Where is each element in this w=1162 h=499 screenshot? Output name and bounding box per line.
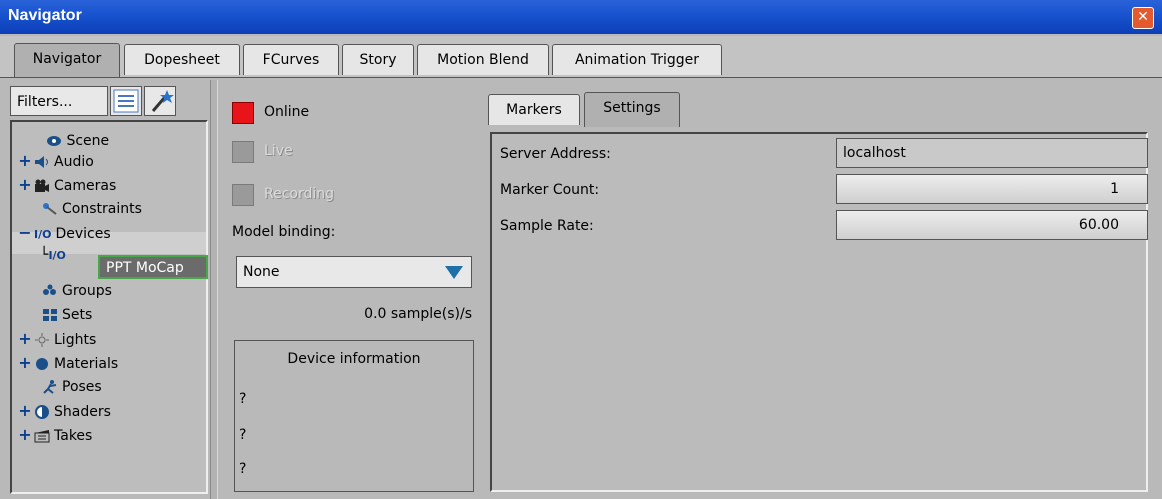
camera-icon [35, 179, 49, 192]
tree-item-takes[interactable]: + Takes [16, 424, 92, 446]
device-information-box: Device information ? ? ? [234, 340, 474, 492]
tab-story[interactable]: Story [342, 44, 414, 75]
material-icon [36, 358, 48, 370]
device-settings-pane: Markers Settings Server Address: localho… [484, 86, 1154, 494]
sets-icon [43, 309, 57, 321]
expand-icon[interactable]: + [16, 424, 34, 446]
scene-browser: Filters... Scene + Audio + Cameras Const… [10, 86, 208, 494]
tab-motion-blend[interactable]: Motion Blend [417, 44, 549, 75]
tree-item-scene[interactable]: Scene [24, 130, 109, 152]
recording-checkbox[interactable] [232, 184, 254, 206]
live-checkbox[interactable] [232, 141, 254, 163]
tab-dopesheet[interactable]: Dopesheet [124, 44, 240, 75]
constraint-icon [43, 203, 57, 215]
model-binding-value: None [243, 264, 280, 280]
io-icon: I/O [34, 228, 52, 241]
tree-item-devices[interactable]: − I/O Devices [16, 222, 110, 244]
tree-item-sets[interactable]: Sets [24, 304, 92, 326]
marker-count-label: Marker Count: [500, 182, 600, 198]
live-label: Live [264, 143, 293, 159]
tree-item-audio[interactable]: + Audio [16, 150, 94, 172]
dropdown-arrow-icon [445, 266, 463, 279]
tree-item-ppt-mocap[interactable]: PPT MoCap [98, 255, 208, 279]
tree-item-cameras[interactable]: + Cameras [16, 174, 116, 196]
close-icon: ✕ [1137, 9, 1149, 25]
scene-icon [47, 136, 62, 146]
tree-item-groups[interactable]: Groups [24, 280, 112, 302]
shader-icon [35, 405, 49, 419]
expand-icon[interactable]: + [16, 150, 34, 172]
list-icon [113, 89, 139, 113]
tab-settings[interactable]: Settings [584, 92, 680, 127]
recording-label: Recording [264, 186, 335, 202]
navigator-window: Navigator ✕ Navigator Dopesheet FCurves … [0, 0, 1162, 499]
wand-button[interactable] [144, 86, 176, 116]
scene-tree: Scene + Audio + Cameras Constraints − I/O De… [10, 120, 208, 494]
tab-fcurves[interactable]: FCurves [243, 44, 339, 75]
expand-icon[interactable]: + [16, 328, 34, 350]
groups-icon [43, 284, 56, 295]
magic-wand-icon [151, 90, 174, 112]
filters-button[interactable]: Filters... [10, 86, 108, 116]
expand-icon[interactable]: + [16, 400, 34, 422]
list-view-button[interactable] [110, 86, 142, 116]
online-label: Online [264, 104, 310, 120]
settings-panel: Server Address: localhost Marker Count: … [490, 132, 1148, 492]
server-address-label: Server Address: [500, 146, 611, 162]
tree-item-materials[interactable]: + Materials [16, 352, 118, 374]
io-icon: I/O [48, 249, 66, 262]
model-binding-dropdown[interactable]: None [236, 256, 472, 288]
pane-splitter[interactable] [210, 80, 218, 499]
tree-item-poses[interactable]: Poses [24, 376, 102, 398]
marker-count-field[interactable]: 1 [836, 174, 1148, 204]
sample-rate-field[interactable]: 60.00 [836, 210, 1148, 240]
pose-icon [43, 380, 57, 394]
tab-navigator[interactable]: Navigator [14, 43, 120, 77]
close-button[interactable]: ✕ [1132, 7, 1154, 29]
model-binding-label: Model binding: [232, 224, 336, 240]
light-icon [35, 333, 49, 347]
device-info-line: ? [239, 427, 247, 443]
expand-icon[interactable]: + [16, 174, 34, 196]
tree-item-lights[interactable]: + Lights [16, 328, 96, 350]
collapse-icon[interactable]: − [16, 222, 34, 244]
device-info-line: ? [239, 461, 247, 477]
tab-markers[interactable]: Markers [488, 94, 580, 125]
device-information-title: Device information [287, 351, 421, 367]
tree-item-constraints[interactable]: Constraints [24, 198, 142, 220]
window-title: Navigator [8, 7, 82, 24]
sample-rate-label: Sample Rate: [500, 218, 594, 234]
expand-icon[interactable]: + [16, 352, 34, 374]
audio-icon [35, 156, 48, 168]
title-bar[interactable]: Navigator ✕ [0, 0, 1162, 34]
takes-icon [34, 430, 50, 443]
device-panel: Online Live Recording Model binding: Non… [222, 86, 480, 494]
sample-rate-readout: 0.0 sample(s)/s [364, 306, 472, 322]
tab-divider [0, 77, 1162, 78]
online-checkbox[interactable] [232, 102, 254, 124]
main-tab-bar: Navigator Dopesheet FCurves Story Motion… [0, 36, 1162, 78]
tree-connector: └I/O [40, 247, 66, 263]
server-address-field[interactable]: localhost [836, 138, 1148, 168]
tree-item-shaders[interactable]: + Shaders [16, 400, 111, 422]
tab-animation-trigger[interactable]: Animation Trigger [552, 44, 722, 75]
device-info-line: ? [239, 391, 247, 407]
